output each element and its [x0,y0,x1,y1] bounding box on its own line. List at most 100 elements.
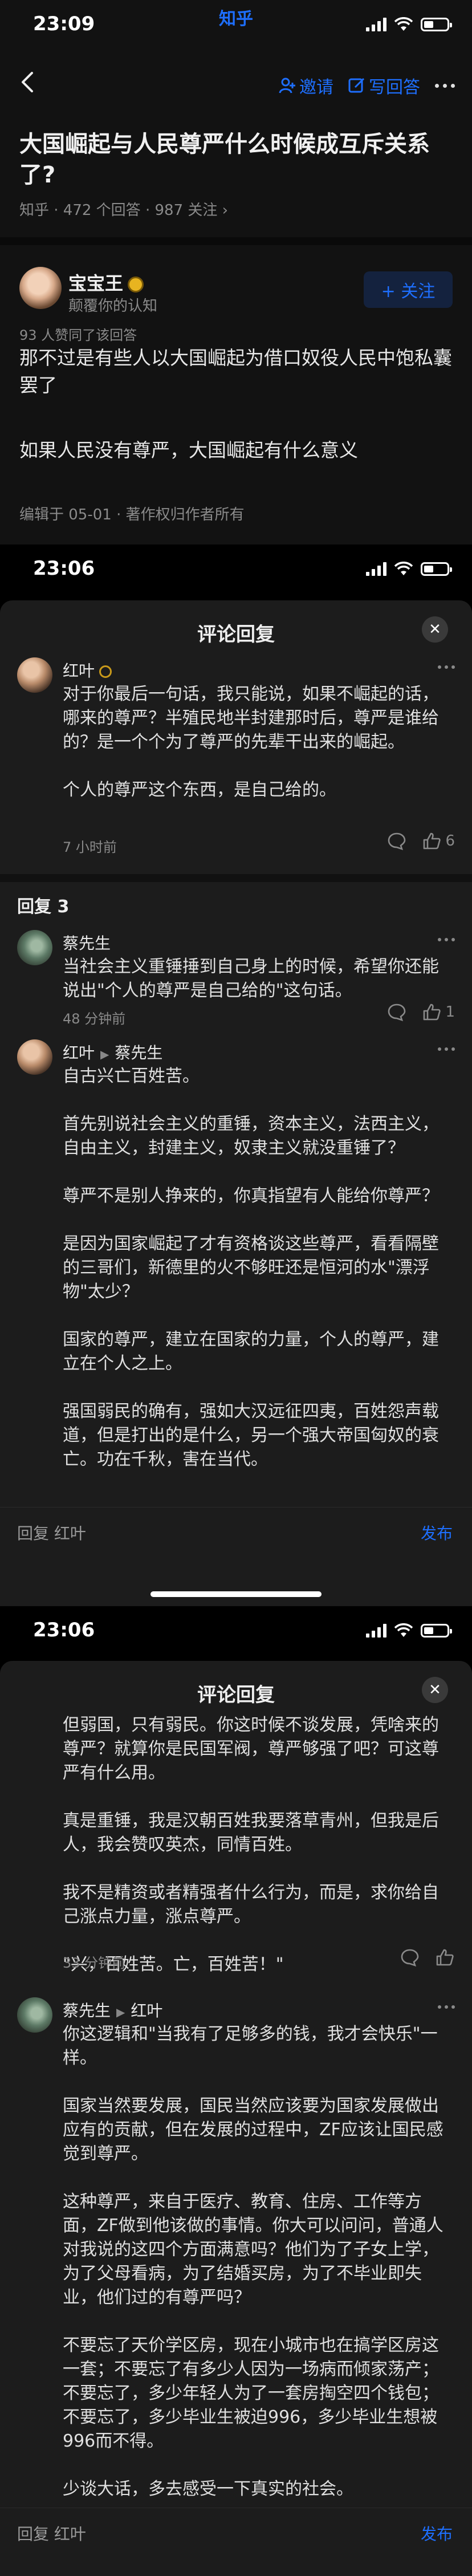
close-button[interactable]: ✕ [422,616,448,643]
signal-icon [366,562,386,576]
author-row: 宝宝王 颠覆你的认知 + 关注 [19,267,453,315]
avatar[interactable] [17,1997,52,2033]
status-icons [366,17,452,32]
more-icon[interactable] [438,665,455,669]
sheet-title: 评论回复 [197,1684,275,1707]
question-screen: 23:09 知乎 邀请 写回答 大国崛起与人民尊严什么时候成互斥关系了? 知乎 … [0,0,472,545]
like-icon [424,1003,441,1021]
like-button[interactable]: 1 [422,1003,455,1021]
write-answer-button[interactable]: 写回答 [348,73,420,98]
commenter-name-row[interactable]: 红叶 [63,659,112,681]
reply-item: 红叶 ▶ 蔡先生 自古兴亡百姓苦。 首先别说社会主义的重锤，资本主义，法西主义，自由… [17,1039,455,1496]
battery-icon [421,18,452,31]
signal-icon [366,18,386,31]
close-button[interactable]: ✕ [422,1677,448,1703]
like-icon [424,832,441,850]
wifi-icon [394,562,413,575]
more-icon[interactable] [435,83,455,88]
question-meta[interactable]: 知乎 · 472 个回答 · 987 关注 › [19,198,228,220]
close-icon: ✕ [429,1681,441,1699]
answer-paragraph: 如果人民没有尊严，大国崛起有什么意义 [19,439,358,461]
commenter-name: 红叶 [63,661,95,680]
comment-actions: 6 [387,832,455,850]
agree-count: 93 人赞同了该回答 [19,327,137,343]
comment-reply-screen: 23:06 评论回复 ✕ 但弱国，只有弱民。你这时候不谈发展，凭啥来的尊严？就算… [0,1606,472,2576]
reply-bar: 回复 红叶 发布 [0,1507,472,1575]
badge-icon [128,277,144,292]
follow-button[interactable]: + 关注 [364,271,453,308]
answer-paragraph: 那不过是有些人以大国崛起为借口奴役人民中饱私囊罢了 [19,347,452,396]
home-indicator [150,1591,322,1597]
like-icon[interactable] [436,1948,455,1966]
reply-count: 回复 3 [17,897,70,917]
comment-text: 当社会主义重锤捶到自己身上的时候，希望你还能说出"个人的尊严是自己给的"这句话。 [63,957,439,1001]
edit-note: 编辑于 05-01 · 著作权归作者所有 [19,506,245,523]
status-icons [366,562,452,576]
divider [0,237,472,245]
sheet-title: 评论回复 [197,623,275,646]
reply-to-name: 蔡先生 [115,1043,163,1062]
comment-icon[interactable] [400,1948,420,1966]
comment-text: 自古兴亡百姓苦。 首先别说社会主义的重锤，资本主义，法西主义，自由主义，封建主义… [63,1066,439,1469]
comment-actions: 1 [387,1003,455,1021]
question-title[interactable]: 大国崛起与人民尊严什么时候成互斥关系了? [19,129,453,190]
add-user-icon [279,78,295,94]
comment-icon[interactable] [387,832,406,850]
status-bar: 23:06 [0,545,472,599]
author-name-row[interactable]: 宝宝王 [68,269,144,295]
commenter-name[interactable]: 蔡先生 [63,931,111,954]
nav-actions: 邀请 写回答 [279,73,455,98]
battery-icon [421,562,452,576]
write-answer-label: 写回答 [369,78,420,97]
more-icon[interactable] [438,938,455,941]
more-icon[interactable] [438,1047,455,1051]
avatar[interactable] [17,1039,52,1075]
back-icon[interactable] [17,70,40,95]
battery-icon [421,1624,452,1638]
avatar[interactable] [19,267,62,309]
commenter-name: 红叶 [63,1043,95,1062]
reply-arrow-icon: ▶ [100,1047,109,1061]
close-icon: ✕ [429,621,441,638]
divider [0,874,472,882]
comment-text: 你这逻辑和"当我有了足够多的钱，我才会快乐"一样。 国家当然要发展，国民当然应该… [63,2024,443,2499]
like-count: 1 [445,1003,455,1021]
like-count: 6 [445,832,455,850]
status-bar: 23:09 知乎 [0,0,472,55]
status-icons [366,1623,452,1638]
reply-input[interactable]: 回复 红叶 [17,1521,86,1544]
avatar[interactable] [17,657,52,693]
commenter-name-row[interactable]: 蔡先生 ▶ 红叶 [63,1998,162,2021]
status-bar: 23:06 [0,1606,472,1661]
invite-label: 邀请 [299,78,333,97]
avatar[interactable] [17,930,52,965]
comment-time: 7 小时前 [63,839,117,855]
edit-icon [348,78,365,93]
commenter-name: 蔡先生 [63,2001,111,2020]
send-button[interactable]: 发布 [421,1521,453,1544]
reply-item: 蔡先生 当社会主义重锤捶到自己身上的时候，希望你还能说出"个人的尊严是自己给的"… [17,930,455,1027]
comment-sheet: 评论回复 ✕ 但弱国，只有弱民。你这时候不谈发展，凭啥来的尊严？就算你是民国军阀… [0,1661,472,2576]
commenter-name-row[interactable]: 红叶 ▶ 蔡先生 [63,1041,162,1063]
badge-icon [99,665,112,678]
reply-bar: 回复 红叶 发布 [0,2508,472,2576]
comment-time: 33 分钟前 [63,1955,126,1971]
author-bio: 颠覆你的认知 [68,298,158,315]
like-button[interactable]: 6 [422,832,455,850]
reply-item: 蔡先生 ▶ 红叶 你这逻辑和"当我有了足够多的钱，我才会快乐"一样。 国家当然要发展… [17,1997,455,2499]
send-button[interactable]: 发布 [421,2522,453,2545]
comment-actions [400,1948,455,1966]
status-time: 23:06 [33,557,95,580]
invite-button[interactable]: 邀请 [279,73,333,98]
author-name: 宝宝王 [68,273,124,294]
reply-input[interactable]: 回复 红叶 [17,2522,86,2545]
root-comment: 红叶 对于你最后一句话，我只能说，如果不崛起的话，哪来的尊严？半殖民地半封建那时… [17,657,455,863]
more-icon[interactable] [438,2005,455,2009]
reply-item: 但弱国，只有弱民。你这时候不谈发展，凭啥来的尊严？就算你是民国军阀，尊严够强了吧… [17,1713,455,1976]
wifi-icon [394,1623,413,1637]
comment-text: 但弱国，只有弱民。你这时候不谈发展，凭啥来的尊严？就算你是民国军阀，尊严够强了吧… [63,1715,439,1974]
comment-text: 对于你最后一句话，我只能说，如果不崛起的话，哪来的尊严？半殖民地半封建那时后，尊… [63,684,439,800]
status-time: 23:06 [33,1619,95,1642]
comment-icon[interactable] [387,1003,406,1021]
nav-bar: 邀请 写回答 [0,63,472,103]
